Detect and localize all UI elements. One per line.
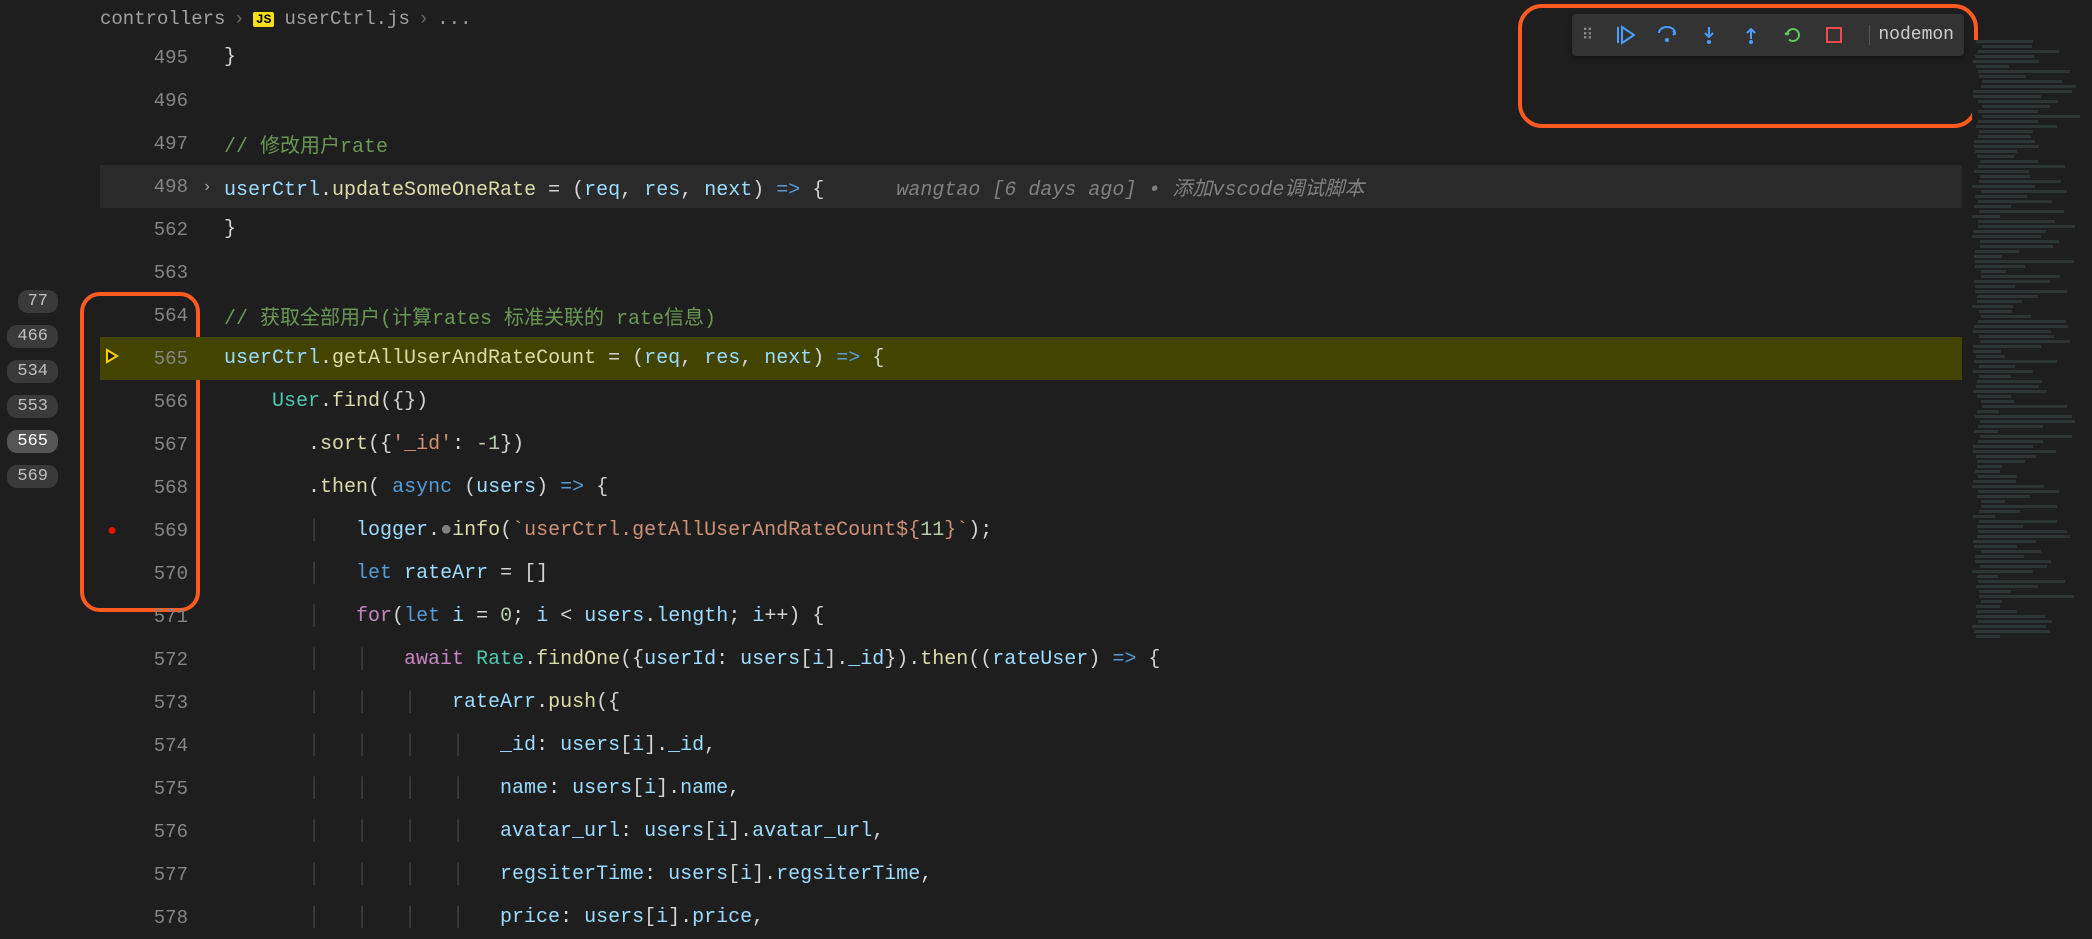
line-number: 571	[124, 606, 194, 628]
search-result-marker[interactable]: 565	[7, 430, 58, 453]
code-content[interactable]: │ let rateArr = []	[220, 562, 1962, 585]
code-line[interactable]: 495}	[100, 36, 1962, 79]
code-content[interactable]: │ │ await Rate.findOne({userId: users[i]…	[220, 648, 1962, 671]
breadcrumb-folder[interactable]: controllers	[100, 8, 225, 30]
code-line[interactable]: 571 │ for(let i = 0; i < users.length; i…	[100, 595, 1962, 638]
line-number: 572	[124, 649, 194, 671]
code-line[interactable]: 575 │ │ │ │ name: users[i].name,	[100, 767, 1962, 810]
execution-pointer-icon[interactable]	[100, 348, 124, 369]
line-number: 567	[124, 434, 194, 456]
code-content[interactable]: │ logger.●info(`userCtrl.getAllUserAndRa…	[220, 519, 1962, 542]
code-line[interactable]: 498›userCtrl.updateSomeOneRate = (req, r…	[100, 165, 1962, 208]
line-number: 570	[124, 563, 194, 585]
code-line[interactable]: 568 .then( async (users) => {	[100, 466, 1962, 509]
line-number: 562	[124, 219, 194, 241]
line-number: 575	[124, 778, 194, 800]
code-line[interactable]: 573 │ │ │ rateArr.push({	[100, 681, 1962, 724]
code-line[interactable]: 577 │ │ │ │ regsiterTime: users[i].regsi…	[100, 853, 1962, 896]
code-content[interactable]: │ │ │ │ name: users[i].name,	[220, 777, 1962, 800]
chevron-right-icon: ›	[233, 8, 244, 30]
line-number: 573	[124, 692, 194, 714]
line-number: 497	[124, 133, 194, 155]
line-number: 568	[124, 477, 194, 499]
code-content[interactable]: userCtrl.getAllUserAndRateCount = (req, …	[220, 347, 1962, 370]
code-content[interactable]: │ for(let i = 0; i < users.length; i++) …	[220, 605, 1962, 628]
code-line[interactable]: 496	[100, 79, 1962, 122]
code-content[interactable]: // 修改用户rate	[220, 129, 1962, 159]
line-number: 574	[124, 735, 194, 757]
line-number: 495	[124, 47, 194, 69]
breakpoint-icon[interactable]: ●	[100, 522, 124, 540]
code-content[interactable]: User.find({})	[220, 390, 1962, 413]
code-content[interactable]: userCtrl.updateSomeOneRate = (req, res, …	[220, 172, 1962, 202]
line-number: 577	[124, 864, 194, 886]
code-content[interactable]: // 获取全部用户(计算rates 标准关联的 rate信息)	[220, 301, 1962, 331]
code-content[interactable]: │ │ │ │ regsiterTime: users[i].regsiterT…	[220, 863, 1962, 886]
code-content[interactable]: }	[220, 218, 1962, 241]
breadcrumb-symbol[interactable]: ...	[437, 8, 471, 30]
code-content[interactable]: .then( async (users) => {	[220, 476, 1962, 499]
search-result-marker[interactable]: 534	[7, 360, 58, 383]
code-content[interactable]: │ │ │ rateArr.push({	[220, 691, 1962, 714]
code-line[interactable]: 578 │ │ │ │ price: users[i].price,	[100, 896, 1962, 939]
code-line[interactable]: 572 │ │ await Rate.findOne({userId: user…	[100, 638, 1962, 681]
line-number: 496	[124, 90, 194, 112]
code-content[interactable]: }	[220, 46, 1962, 69]
code-line[interactable]: 562}	[100, 208, 1962, 251]
line-number: 498	[124, 176, 194, 198]
search-result-marker[interactable]: 553	[7, 395, 58, 418]
fold-toggle-icon[interactable]: ›	[194, 178, 220, 196]
breadcrumb[interactable]: controllers › JS userCtrl.js › ...	[100, 4, 471, 34]
code-content[interactable]: │ │ │ │ _id: users[i]._id,	[220, 734, 1962, 757]
line-number: 566	[124, 391, 194, 413]
code-line[interactable]: 566 User.find({})	[100, 380, 1962, 423]
search-result-marker[interactable]: 77	[18, 290, 58, 313]
code-content[interactable]: │ │ │ │ avatar_url: users[i].avatar_url,	[220, 820, 1962, 843]
code-line[interactable]: 574 │ │ │ │ _id: users[i]._id,	[100, 724, 1962, 767]
search-result-markers: 77 466 534 553 565 569	[0, 290, 62, 488]
line-number: 564	[124, 305, 194, 327]
search-result-marker[interactable]: 466	[7, 325, 58, 348]
search-result-marker[interactable]: 569	[7, 465, 58, 488]
code-line[interactable]: 576 │ │ │ │ avatar_url: users[i].avatar_…	[100, 810, 1962, 853]
js-file-icon: JS	[253, 12, 275, 27]
line-number: 576	[124, 821, 194, 843]
code-content[interactable]: .sort({'_id': -1})	[220, 433, 1962, 456]
code-editor[interactable]: 495} 496 497 // 修改用户rate 498›userCtrl.update…	[100, 36, 1962, 928]
code-line[interactable]: 570 │ let rateArr = []	[100, 552, 1962, 595]
line-number: 563	[124, 262, 194, 284]
code-line[interactable]: 563	[100, 251, 1962, 294]
code-content[interactable]: │ │ │ │ price: users[i].price,	[220, 906, 1962, 929]
code-line[interactable]: ●569 │ logger.●info(`userCtrl.getAllUser…	[100, 509, 1962, 552]
line-number: 569	[124, 520, 194, 542]
code-line[interactable]: 564 // 获取全部用户(计算rates 标准关联的 rate信息)	[100, 294, 1962, 337]
chevron-right-icon: ›	[418, 8, 429, 30]
minimap[interactable]	[1972, 40, 2092, 928]
code-line[interactable]: 497 // 修改用户rate	[100, 122, 1962, 165]
line-number: 578	[124, 907, 194, 929]
line-number: 565	[124, 348, 194, 370]
breadcrumb-file[interactable]: userCtrl.js	[284, 8, 409, 30]
code-line[interactable]: 565 userCtrl.getAllUserAndRateCount = (re…	[100, 337, 1962, 380]
code-line[interactable]: 567 .sort({'_id': -1})	[100, 423, 1962, 466]
